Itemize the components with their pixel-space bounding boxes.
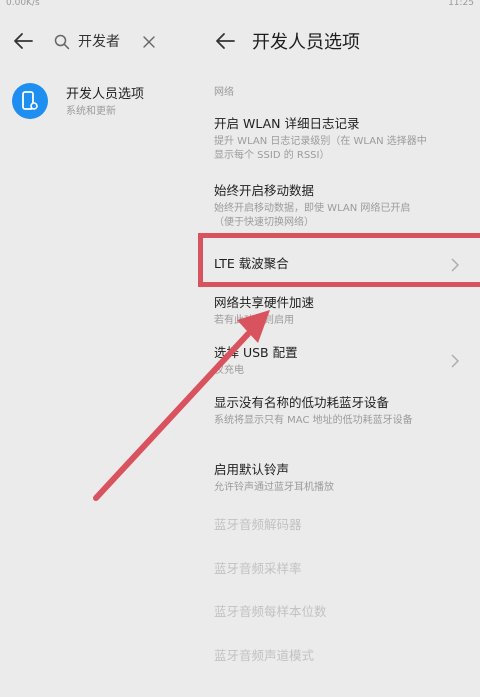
clock: 11:25 <box>448 0 474 8</box>
setting-bt-audio-channel-mode[interactable]: 蓝牙音频声道模式 <box>214 648 464 664</box>
setting-title: 网络共享硬件加速 <box>214 295 315 310</box>
setting-title: 启用默认铃声 <box>214 462 290 477</box>
result-title: 开发人员选项 <box>66 87 145 102</box>
setting-tethering-hw-acceleration[interactable]: 网络共享硬件加速 若有此功能则启用 <box>214 295 464 328</box>
chevron-right-icon <box>450 353 460 368</box>
setting-title: 开启 WLAN 详细日志记录 <box>214 116 360 131</box>
setting-title: 蓝牙音频采样率 <box>214 561 302 576</box>
setting-title: 蓝牙音频每样本位数 <box>214 604 327 619</box>
setting-bt-audio-sample-rate[interactable]: 蓝牙音频采样率 <box>214 561 464 577</box>
setting-unnamed-ble-devices[interactable]: 显示没有名称的低功耗蓝牙设备 系统将显示只有 MAC 地址的低功耗蓝牙设备 <box>214 395 464 428</box>
setting-wlan-verbose-logging[interactable]: 开启 WLAN 详细日志记录 提升 WLAN 日志记录级别（在 WLAN 选择器… <box>214 116 464 163</box>
setting-subtitle: 若有此功能则启用 <box>214 315 294 326</box>
setting-title: 显示没有名称的低功耗蓝牙设备 <box>214 395 390 410</box>
page-header: 开发人员选项 <box>196 26 480 56</box>
setting-subtitle: 允许铃声通过蓝牙耳机播放 <box>214 482 334 493</box>
setting-bt-audio-codec[interactable]: 蓝牙音频解码器 <box>214 517 464 533</box>
setting-title: 选择 USB 配置 <box>214 345 298 360</box>
clear-icon[interactable] <box>142 34 156 48</box>
developer-options-icon <box>12 83 48 119</box>
setting-bt-audio-bits-per-sample[interactable]: 蓝牙音频每样本位数 <box>214 604 464 620</box>
setting-mobile-data-always-on[interactable]: 始终开启移动数据 始终开启移动数据，即使 WLAN 网络已开启（便于快速切换网络… <box>214 183 464 230</box>
search-pane: 开发者 开发人员选项 系统和更新 <box>0 12 190 697</box>
setting-title: LTE 载波聚合 <box>214 256 289 271</box>
search-bar: 开发者 <box>0 26 190 56</box>
back-arrow-icon[interactable] <box>214 30 236 52</box>
setting-default-ringtone[interactable]: 启用默认铃声 允许铃声通过蓝牙耳机播放 <box>214 462 464 495</box>
developer-options-pane: 开发人员选项 网络 开启 WLAN 详细日志记录 提升 WLAN 日志记录级别（… <box>196 12 480 697</box>
page-title: 开发人员选项 <box>252 32 360 53</box>
back-arrow-icon[interactable] <box>12 30 34 52</box>
status-bar: 0.00K/s 11:25 <box>0 0 480 12</box>
setting-subtitle: 始终开启移动数据，即使 WLAN 网络已开启（便于快速切换网络） <box>214 203 411 228</box>
section-label-network: 网络 <box>214 87 234 98</box>
search-icon <box>54 34 70 50</box>
setting-usb-configuration[interactable]: 选择 USB 配置 仅充电 <box>214 345 464 378</box>
search-input[interactable]: 开发者 <box>78 31 120 51</box>
setting-subtitle: 仅充电 <box>214 365 244 376</box>
net-speed: 0.00K/s <box>6 0 40 8</box>
search-result-developer-options[interactable]: 开发人员选项 系统和更新 <box>10 78 190 124</box>
setting-title: 蓝牙音频解码器 <box>214 517 302 532</box>
setting-subtitle: 系统将显示只有 MAC 地址的低功耗蓝牙设备 <box>214 415 413 426</box>
setting-subtitle: 提升 WLAN 日志记录级别（在 WLAN 选择器中显示每个 SSID 的 RS… <box>214 136 427 161</box>
chevron-right-icon <box>450 257 460 272</box>
setting-lte-carrier-aggregation[interactable]: LTE 载波聚合 <box>214 256 464 272</box>
setting-title: 蓝牙音频声道模式 <box>214 648 315 663</box>
result-subtitle: 系统和更新 <box>66 106 116 117</box>
setting-title: 始终开启移动数据 <box>214 183 315 198</box>
